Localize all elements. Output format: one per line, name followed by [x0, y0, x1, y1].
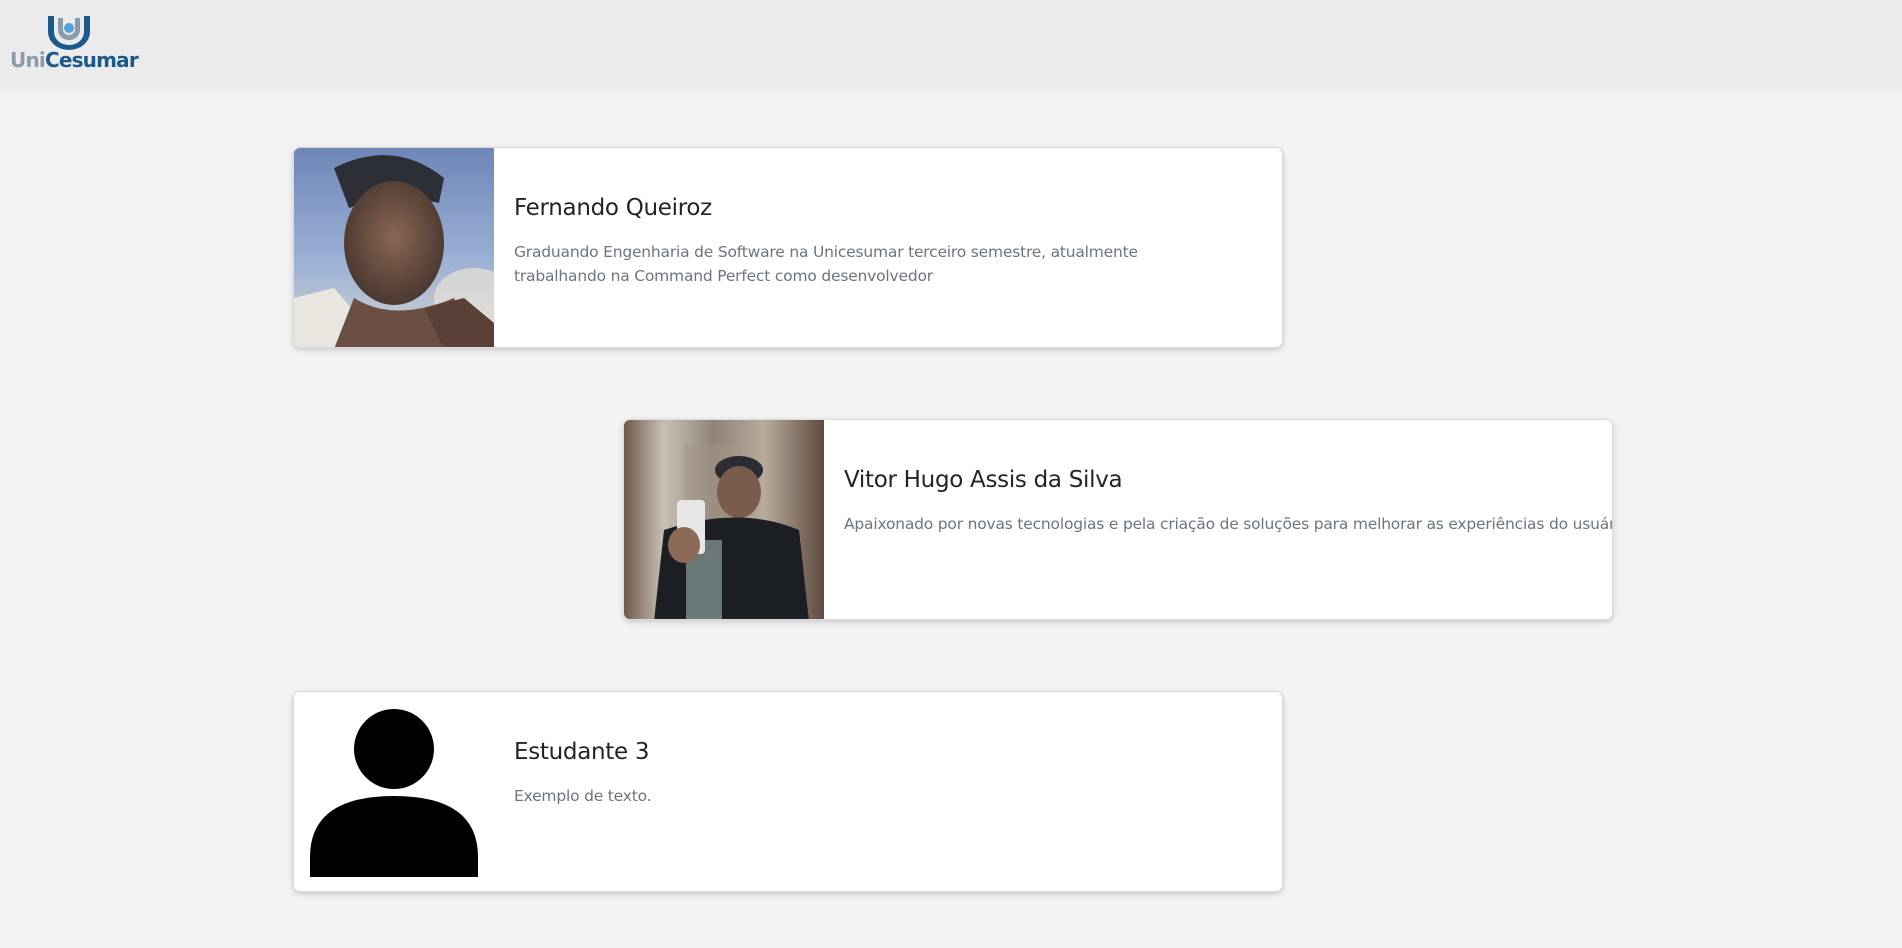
student-description: Apaixonado por novas tecnologias e pela … — [844, 515, 1613, 533]
unicesumar-logo[interactable]: UniCesumar — [10, 14, 139, 74]
student-description: Graduando Engenharia de Software na Unic… — [514, 243, 1138, 285]
student-card: Fernando Queiroz Graduando Engenharia de… — [293, 147, 1283, 348]
profile-photo-selfie-outdoor-icon — [294, 148, 494, 347]
student-name: Vitor Hugo Assis da Silva — [844, 467, 1123, 493]
logo-wordmark: UniCesumar — [10, 48, 139, 72]
student-photo — [294, 148, 494, 347]
card-body: Estudante 3 Exemplo de texto. — [514, 692, 1262, 891]
card-body: Fernando Queiroz Graduando Engenharia de… — [514, 148, 1262, 347]
student-card: Vitor Hugo Assis da Silva Apaixonado por… — [623, 419, 1613, 620]
student-card: Estudante 3 Exemplo de texto. — [293, 691, 1283, 892]
person-placeholder-icon — [294, 692, 494, 891]
card-body: Vitor Hugo Assis da Silva Apaixonado por… — [844, 420, 1612, 619]
student-description: Exemplo de texto. — [514, 787, 652, 805]
student-photo — [624, 420, 824, 619]
logo-text-cesumar: Cesumar — [44, 48, 139, 72]
profile-photo-elevator-mirror-selfie-icon — [624, 420, 824, 619]
logo-text-uni: Uni — [10, 48, 46, 72]
student-name: Estudante 3 — [514, 739, 650, 765]
unicesumar-logo-mark-icon — [48, 16, 90, 50]
student-photo — [294, 692, 494, 891]
header: UniCesumar — [0, 0, 1902, 89]
student-name: Fernando Queiroz — [514, 195, 712, 221]
